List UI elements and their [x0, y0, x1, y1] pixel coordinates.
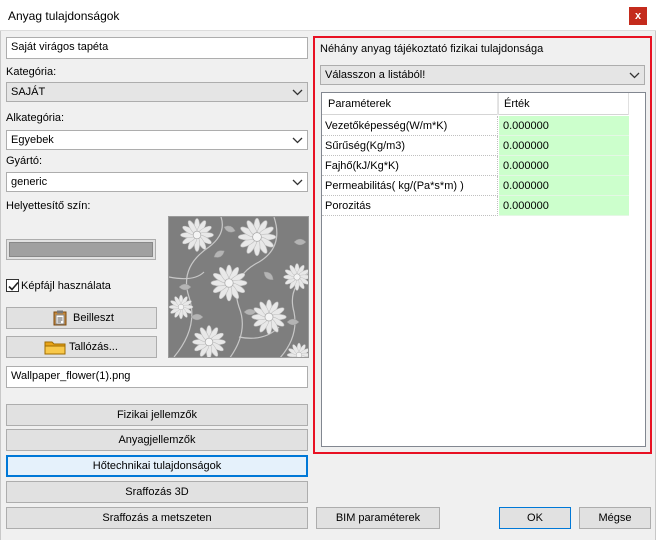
table-row[interactable]: Permeabilitás( kg/(Pa*s*m) ) 0.000000 — [322, 176, 629, 196]
thermal-properties-button[interactable]: Hőtechnikai tulajdonságok — [6, 455, 308, 477]
manufacturer-value: generic — [11, 176, 48, 188]
column-header-parameters[interactable]: Paraméterek — [328, 93, 498, 115]
cancel-button[interactable]: Mégse — [579, 507, 651, 529]
hatch-3d-button[interactable]: Sraffozás 3D — [6, 481, 308, 503]
subcategory-select[interactable]: Egyebek — [6, 130, 308, 150]
substitute-color-button[interactable] — [6, 239, 156, 260]
hatch-section-button[interactable]: Sraffozás a metszeten — [6, 507, 308, 529]
color-swatch — [9, 242, 153, 257]
title-bar: Anyag tulajdonságok x — [0, 0, 656, 31]
chevron-down-icon — [292, 179, 303, 186]
parameter-value[interactable]: 0.000000 — [499, 196, 629, 216]
browse-button[interactable]: Tallózás... — [6, 336, 157, 358]
parameter-value[interactable]: 0.000000 — [499, 116, 629, 136]
parameter-value[interactable]: 0.000000 — [499, 136, 629, 156]
parameter-value[interactable]: 0.000000 — [499, 176, 629, 196]
material-preset-select[interactable]: Válasszon a listából! — [320, 65, 645, 85]
flower-texture-image — [169, 217, 308, 357]
texture-preview — [168, 216, 309, 358]
category-value: SAJÁT — [11, 86, 46, 98]
table-row[interactable]: Vezetőképesség(W/m*K) 0.000000 — [322, 116, 629, 136]
preset-select-value: Válasszon a listából! — [325, 69, 426, 81]
clipboard-icon — [53, 310, 67, 326]
column-divider — [498, 93, 499, 115]
table-row[interactable]: Fajhő(kJ/Kg*K) 0.000000 — [322, 156, 629, 176]
parameter-name: Permeabilitás( kg/(Pa*s*m) ) — [322, 176, 498, 196]
use-image-label: Képfájl használata — [21, 280, 111, 292]
table-row[interactable]: Porozitás 0.000000 — [322, 196, 629, 216]
manufacturer-label: Gyártó: — [6, 155, 43, 167]
close-icon: x — [634, 10, 642, 22]
bim-parameters-button[interactable]: BIM paraméterek — [316, 507, 440, 529]
window-border-left — [0, 31, 1, 540]
chevron-down-icon — [292, 89, 303, 96]
parameter-name: Porozitás — [322, 196, 498, 216]
ok-button[interactable]: OK — [499, 507, 571, 529]
folder-icon — [44, 341, 66, 355]
manufacturer-select[interactable]: generic — [6, 172, 308, 192]
parameter-name: Vezetőképesség(W/m*K) — [322, 116, 498, 136]
browse-button-label: Tallózás... — [69, 341, 118, 353]
material-properties-button[interactable]: Anyagjellemzők — [6, 429, 308, 451]
parameter-value[interactable]: 0.000000 — [499, 156, 629, 176]
paste-button[interactable]: Beilleszt — [6, 307, 157, 329]
parameters-grid: Paraméterek Érték Vezetőképesség(W/m*K) … — [321, 92, 646, 447]
use-image-checkbox[interactable] — [6, 279, 19, 292]
checkmark-icon — [8, 281, 19, 291]
panel-heading: Néhány anyag tájékoztató fizikai tulajdo… — [320, 43, 544, 55]
parameter-name: Fajhő(kJ/Kg*K) — [322, 156, 498, 176]
paste-button-label: Beilleszt — [73, 312, 114, 324]
chevron-down-icon — [629, 72, 640, 79]
material-name-input[interactable]: Saját virágos tapéta — [6, 37, 308, 59]
subcategory-value: Egyebek — [11, 134, 54, 146]
column-divider — [628, 93, 629, 115]
close-button[interactable]: x — [629, 7, 647, 25]
grid-header: Paraméterek Érték — [322, 93, 629, 115]
category-label: Kategória: — [6, 66, 57, 78]
chevron-down-icon — [292, 137, 303, 144]
substitute-color-label: Helyettesítő szín: — [6, 200, 91, 212]
column-header-value[interactable]: Érték — [504, 93, 530, 115]
subcategory-label: Alkategória: — [6, 112, 65, 124]
table-row[interactable]: Sűrűség(Kg/m3) 0.000000 — [322, 136, 629, 156]
window-title: Anyag tulajdonságok — [8, 9, 120, 23]
category-select[interactable]: SAJÁT — [6, 82, 308, 102]
parameter-name: Sűrűség(Kg/m3) — [322, 136, 498, 156]
image-file-field[interactable]: Wallpaper_flower(1).png — [6, 366, 308, 388]
physical-properties-button[interactable]: Fizikai jellemzők — [6, 404, 308, 426]
